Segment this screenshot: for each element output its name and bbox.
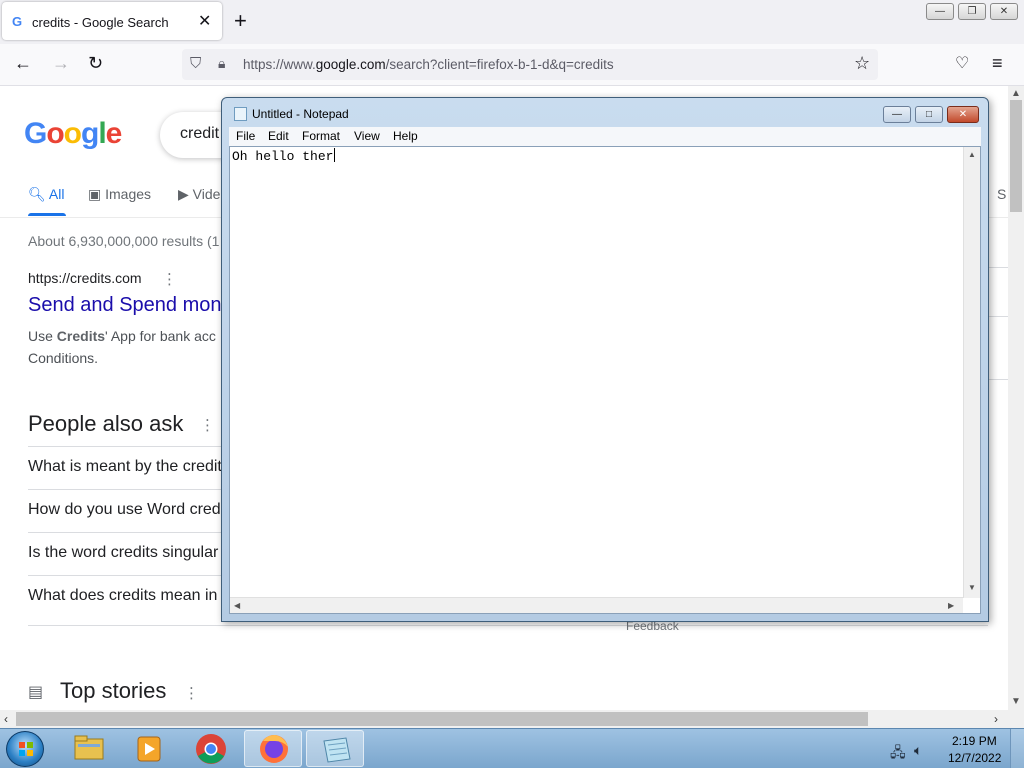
tab-close-icon[interactable]: ✕: [198, 11, 211, 31]
tab-all[interactable]: 🔍︎ All: [28, 186, 64, 203]
tab-settings[interactable]: S: [997, 186, 1006, 202]
result-snippet: Use Credits' App for bank acc Conditions…: [28, 328, 216, 366]
show-desktop-button[interactable]: [1010, 729, 1024, 768]
browser-nav-bar: ← → ↻ ⛉ 🔒︎ https://www.google.com/search…: [0, 44, 1024, 86]
tracking-shield-icon[interactable]: ⛉: [190, 55, 201, 72]
menu-file[interactable]: File: [236, 129, 255, 143]
google-logo[interactable]: Google: [24, 117, 123, 151]
active-tab-underline: [28, 213, 66, 216]
network-icon[interactable]: 🖧︎: [890, 742, 906, 766]
menu-edit[interactable]: Edit: [268, 129, 289, 143]
firefox-icon: [260, 735, 288, 763]
reload-icon[interactable]: ↻: [88, 53, 103, 74]
notepad-content[interactable]: Oh hello ther: [232, 148, 335, 164]
back-arrow-icon[interactable]: ←: [14, 53, 32, 74]
tab-videos[interactable]: ▶ Vide: [178, 186, 220, 203]
scroll-thumb[interactable]: [1010, 100, 1022, 212]
scroll-up-icon[interactable]: ▲: [968, 150, 976, 159]
notepad-vertical-scrollbar[interactable]: ▲ ▼: [963, 147, 980, 598]
chrome-icon: [196, 734, 226, 764]
logo-letter: g: [81, 117, 99, 150]
scroll-thumb[interactable]: [16, 712, 868, 726]
menu-view[interactable]: View: [354, 129, 380, 143]
logo-letter: o: [46, 117, 64, 150]
url-text[interactable]: https://www.google.com/search?client=fir…: [243, 57, 614, 72]
page-horizontal-scrollbar[interactable]: ‹ ›: [0, 710, 1024, 728]
notepad-close-button[interactable]: ✕: [947, 106, 979, 123]
logo-letter: l: [98, 117, 106, 150]
notepad-title: Untitled - Notepad: [252, 107, 349, 121]
notepad-icon: [323, 737, 351, 763]
divider: [988, 316, 1008, 317]
menu-help[interactable]: Help: [393, 129, 418, 143]
new-tab-icon[interactable]: +: [234, 8, 247, 34]
taskbar-media-player[interactable]: [120, 730, 178, 767]
notepad-icon: [234, 107, 247, 121]
volume-icon[interactable]: 🔈︎: [914, 742, 922, 759]
divider: [988, 267, 1008, 268]
browser-tab-bar: G credits - Google Search ✕ + — ❐ ✕: [0, 0, 1024, 44]
scroll-up-icon[interactable]: ▲: [1011, 88, 1021, 99]
top-stories-heading: Top stories: [60, 678, 167, 703]
notepad-minimize-button[interactable]: —: [883, 106, 911, 123]
bookmark-star-icon[interactable]: ☆: [854, 53, 870, 74]
scroll-left-icon[interactable]: ◀: [234, 601, 240, 610]
lock-icon[interactable]: 🔒︎: [218, 55, 225, 72]
paa-question[interactable]: How do you use Word cred: [28, 501, 221, 519]
scroll-right-icon[interactable]: ▶: [948, 601, 954, 610]
notepad-menubar: File Edit Format View Help: [229, 127, 981, 146]
scroll-down-icon[interactable]: ▼: [968, 583, 976, 592]
folder-icon: [74, 735, 104, 760]
window-minimize-button[interactable]: —: [926, 3, 954, 20]
result-title-link[interactable]: Send and Spend mon: [28, 294, 222, 317]
start-button[interactable]: [6, 731, 44, 767]
taskbar-chrome[interactable]: [182, 730, 240, 767]
newspaper-icon: ▤: [28, 684, 44, 701]
pocket-icon[interactable]: ♡: [955, 53, 969, 73]
address-bar[interactable]: ⛉ 🔒︎ https://www.google.com/search?clien…: [182, 49, 878, 80]
notepad-window[interactable]: Untitled - Notepad — □ ✕ File Edit Forma…: [221, 97, 989, 622]
result-cite[interactable]: https://credits.com: [28, 270, 142, 286]
tab-title: credits - Google Search: [32, 15, 169, 30]
notepad-text-area[interactable]: Oh hello ther ▲ ▼ ◀ ▶: [229, 146, 981, 614]
tab-images[interactable]: ▣ Images: [88, 186, 151, 203]
result-stats: About 6,930,000,000 results (1: [28, 233, 220, 249]
taskbar: 🖧︎ 🔈︎ 2:19 PM 12/7/2022: [0, 728, 1024, 768]
people-also-ask-heading: People also ask: [28, 411, 184, 436]
notepad-horizontal-scrollbar[interactable]: ◀ ▶: [230, 597, 963, 613]
clock-time[interactable]: 2:19 PM: [952, 734, 997, 748]
menu-format[interactable]: Format: [302, 129, 340, 143]
video-icon: ▶: [178, 186, 189, 202]
logo-letter: e: [105, 117, 123, 150]
window-restore-button[interactable]: ❐: [958, 3, 986, 20]
logo-letter: G: [24, 117, 47, 150]
search-query-text[interactable]: credit: [180, 125, 219, 143]
divider: [28, 625, 988, 626]
more-options-icon[interactable]: ⋮: [162, 270, 177, 288]
divider: [988, 379, 1008, 380]
scroll-right-icon[interactable]: ›: [994, 712, 998, 726]
page-vertical-scrollbar[interactable]: ▲ ▼: [1008, 86, 1024, 710]
media-player-icon: [137, 736, 161, 762]
forward-arrow-icon[interactable]: →: [52, 53, 70, 74]
taskbar-explorer[interactable]: [60, 730, 118, 767]
scroll-down-icon[interactable]: ▼: [1011, 696, 1021, 707]
scroll-left-icon[interactable]: ‹: [4, 712, 8, 726]
google-favicon-icon: G: [12, 14, 23, 29]
taskbar-firefox[interactable]: [244, 730, 302, 767]
paa-question[interactable]: Is the word credits singular: [28, 544, 218, 562]
paa-question[interactable]: What does credits mean in: [28, 587, 217, 605]
image-icon: ▣: [88, 186, 102, 202]
browser-tab[interactable]: G credits - Google Search ✕: [2, 2, 222, 40]
logo-letter: o: [63, 117, 82, 150]
window-close-button[interactable]: ✕: [990, 3, 1018, 20]
top-stories-more-icon[interactable]: ⋮: [184, 684, 199, 702]
hamburger-menu-icon[interactable]: ≡: [992, 53, 1003, 74]
taskbar-notepad[interactable]: [306, 730, 364, 767]
paa-more-icon[interactable]: ⋮: [200, 416, 215, 434]
notepad-maximize-button[interactable]: □: [915, 106, 943, 123]
windows-logo-icon: [19, 742, 33, 756]
clock-date[interactable]: 12/7/2022: [948, 751, 1001, 765]
paa-question[interactable]: What is meant by the credit: [28, 458, 222, 476]
